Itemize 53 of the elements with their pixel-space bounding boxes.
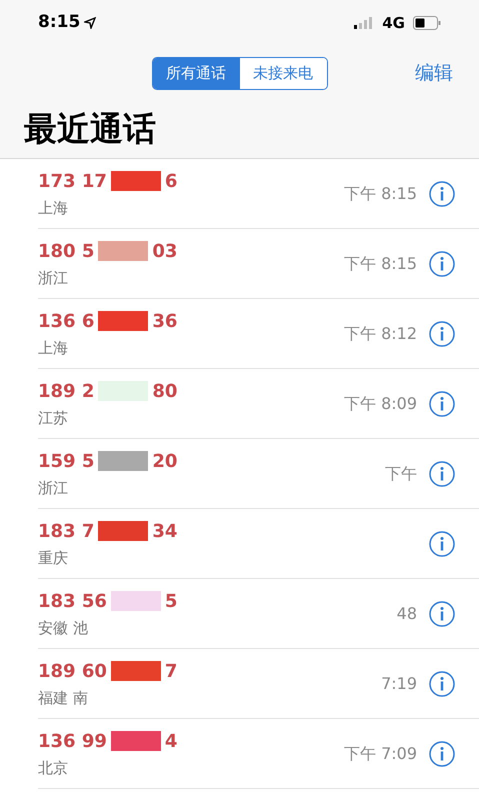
phone-number: 189 60 xyxy=(38,660,107,684)
segment-tab[interactable]: 未接来电 xyxy=(240,58,326,88)
call-time: 下午 7:09 xyxy=(344,742,417,764)
phone-number: 4 xyxy=(164,730,178,754)
edit-button[interactable]: 编辑 xyxy=(415,58,453,88)
call-time: 下午 8:15 xyxy=(344,252,417,274)
phone-number: 159 5 xyxy=(38,450,94,474)
page-title: 最近通话 xyxy=(24,108,156,150)
phone-number: 6 xyxy=(164,170,178,194)
phone-number: 189 2 xyxy=(38,380,94,404)
info-icon[interactable] xyxy=(429,390,455,416)
phone-number: 03 xyxy=(152,240,178,264)
phone-number: 136 99 xyxy=(38,730,107,754)
status-time: 8:15 xyxy=(38,11,80,34)
location-arrow-icon xyxy=(84,17,96,29)
call-location: 北京 xyxy=(38,758,69,779)
call-time: 48 xyxy=(396,602,417,624)
phone-number: 7 xyxy=(164,660,178,684)
battery-icon xyxy=(413,16,441,30)
call-location: 上海 xyxy=(38,198,69,219)
phone-number: 80 xyxy=(152,380,178,404)
signal-icon xyxy=(354,17,374,29)
call-time: 下午 8:15 xyxy=(344,182,417,204)
info-icon[interactable] xyxy=(429,250,455,276)
phone-number: 180 5 xyxy=(38,240,94,264)
call-location: 福建 南 xyxy=(38,688,89,709)
info-icon[interactable] xyxy=(429,320,455,346)
info-icon[interactable] xyxy=(429,180,455,206)
phone-number: 136 6 xyxy=(38,310,94,334)
call-location: 上海 xyxy=(38,338,69,359)
phone-number: 183 56 xyxy=(38,590,107,614)
info-icon[interactable] xyxy=(429,600,455,626)
call-location: 浙江 xyxy=(38,268,69,289)
info-icon[interactable] xyxy=(429,460,455,486)
call-time: 下午 8:12 xyxy=(344,322,417,344)
call-time: 7:19 xyxy=(381,672,417,694)
call-time: 下午 8:09 xyxy=(344,392,417,414)
call-time: 下午 xyxy=(385,462,417,484)
segment-tab[interactable]: 所有通话 xyxy=(152,58,240,88)
network-label: 4G xyxy=(382,12,405,34)
phone-number: 36 xyxy=(152,310,178,334)
phone-number: 5 xyxy=(164,590,178,614)
call-location: 安徽 池 xyxy=(38,618,89,639)
info-icon[interactable] xyxy=(429,740,455,766)
call-location: 重庆 xyxy=(38,548,69,569)
call-location: 江苏 xyxy=(38,408,69,429)
info-icon[interactable] xyxy=(429,670,455,696)
info-icon[interactable] xyxy=(429,530,455,556)
phone-number: 20 xyxy=(152,450,178,474)
phone-number: 34 xyxy=(152,520,178,544)
phone-number: 183 7 xyxy=(38,520,94,544)
call-location: 浙江 xyxy=(38,478,69,499)
phone-number: 173 17 xyxy=(38,170,107,194)
